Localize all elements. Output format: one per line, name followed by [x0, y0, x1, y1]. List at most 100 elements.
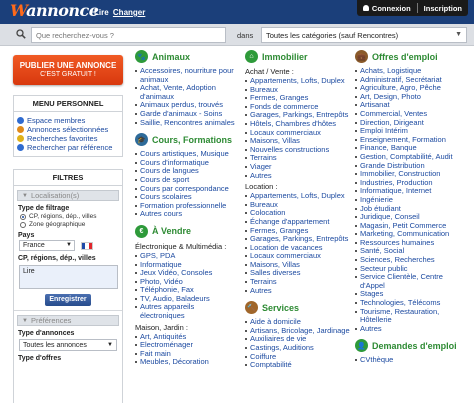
- bullet-icon: [135, 352, 137, 355]
- category-title: Animaux: [152, 51, 191, 62]
- ads-type-select[interactable]: Toutes les annonces ▼: [19, 339, 117, 351]
- bullet-icon: [245, 321, 247, 324]
- category-title: Demandes d'emploi: [372, 340, 457, 351]
- category-demandes[interactable]: 👤 Demandes d'emploi: [355, 339, 469, 353]
- category-cours[interactable]: 🎓 Cours, Formations: [135, 133, 235, 147]
- category-link[interactable]: CVthèque: [355, 356, 469, 365]
- bullet-icon: [135, 361, 137, 364]
- bullet-icon: [355, 310, 357, 313]
- bullet-icon: [245, 165, 247, 168]
- site-logo[interactable]: Wannonce: [10, 1, 99, 20]
- country-row: France ▼: [19, 240, 122, 251]
- bullet-icon: [355, 87, 357, 90]
- radio-zone-label: Zone géographique: [29, 221, 86, 228]
- france-flag-icon: [81, 241, 93, 250]
- category-select[interactable]: Toutes les catégories (sauf Rencontres) …: [261, 27, 467, 43]
- login-link[interactable]: Connexion: [372, 4, 411, 13]
- bullet-icon: [135, 161, 137, 164]
- bullet-icon: [355, 233, 357, 236]
- radio-cp-control[interactable]: [20, 213, 26, 220]
- cp-label: CP, régions, dép., villes: [18, 255, 96, 262]
- bullet-icon: [245, 263, 247, 266]
- bullet-icon: [135, 178, 137, 181]
- category-link[interactable]: Autres: [245, 286, 350, 296]
- category-link[interactable]: Meubles, Décoration: [135, 358, 235, 367]
- bullet-icon: [355, 259, 357, 262]
- localisation-toggle[interactable]: ▼ Localisation(s): [17, 190, 119, 201]
- register-link[interactable]: Inscription: [424, 4, 462, 13]
- language-selector: Lire Changer: [94, 8, 145, 17]
- bullet-icon: [355, 138, 357, 141]
- bullet-icon: [135, 263, 137, 266]
- save-filters-button[interactable]: Enregistrer: [45, 294, 91, 306]
- category-link-label: Service Clientèle, Centre d'Appel: [360, 272, 443, 290]
- bullet-icon: [355, 121, 357, 124]
- menu-item-label: Recherches favorites: [27, 134, 98, 143]
- category-link[interactable]: Service Clientèle, Centre d'Appel: [355, 272, 469, 290]
- category-vendre[interactable]: € À Vendre: [135, 224, 235, 238]
- ads-type-value: Toutes les annonces: [23, 342, 87, 349]
- bullet-icon: [355, 267, 357, 270]
- category-animaux[interactable]: 🐾 Animaux: [135, 50, 235, 63]
- category-title: Cours, Formations: [152, 134, 233, 145]
- ads-type-label: Type d'annonces: [18, 330, 75, 337]
- category-link[interactable]: Saillie, Rencontres animales: [135, 118, 235, 128]
- category-link-label: Autres: [250, 170, 272, 180]
- bullet-icon: [245, 195, 247, 198]
- bullet-icon: [355, 250, 357, 253]
- bullet-icon: [135, 153, 137, 156]
- separator: [416, 3, 418, 13]
- animaux-list: Accessoires, nourriture pour animaux Acha…: [135, 66, 235, 128]
- category-title: À Vendre: [152, 226, 192, 237]
- offer-type-label: Type d'offres: [18, 355, 62, 362]
- category-link-label: Accessoires, nourriture pour animaux: [140, 66, 234, 84]
- bullet-icon: [245, 174, 247, 177]
- menu-item-icon: [17, 135, 24, 142]
- search-icon[interactable]: [16, 29, 26, 39]
- bullet-icon: [355, 173, 357, 176]
- personal-menu-item[interactable]: Recherches favorites: [17, 134, 122, 143]
- personal-menu-item[interactable]: Annonces sélectionnées: [17, 125, 122, 134]
- bullet-icon: [135, 306, 137, 309]
- country-select[interactable]: France ▼: [19, 240, 75, 251]
- category-link[interactable]: Autres: [355, 324, 469, 334]
- bullet-icon: [135, 104, 137, 107]
- bullet-icon: [245, 329, 247, 332]
- filters-title: FILTRES: [14, 170, 122, 186]
- bullet-icon: [135, 70, 137, 72]
- radio-cp[interactable]: CP, régions, dép., villes: [20, 213, 122, 220]
- category-emploi[interactable]: 💼 Offres d'emploi: [355, 50, 469, 63]
- bullet-icon: [135, 87, 137, 90]
- search-input[interactable]: [31, 27, 226, 43]
- category-link[interactable]: Accessoires, nourriture pour animaux: [135, 66, 235, 84]
- category-link[interactable]: Comptabilité: [245, 361, 350, 370]
- preferences-label: Préférences: [30, 316, 72, 325]
- bullet-icon: [135, 335, 137, 338]
- personal-menu-item[interactable]: Espace membres: [17, 116, 122, 125]
- category-link[interactable]: Autres: [245, 170, 350, 181]
- category-link[interactable]: Achat, Vente, Adoption d'animaux: [135, 83, 235, 101]
- radio-zone[interactable]: Zone géographique: [20, 221, 122, 228]
- category-immobilier[interactable]: ⌂ Immobilier: [245, 50, 350, 63]
- electronique-list: GPS, PDA Informatique Jeux Vidéo, Consoles…: [135, 251, 235, 321]
- publish-ad-button[interactable]: PUBLIER UNE ANNONCE C'EST GRATUIT !: [13, 55, 123, 85]
- bullet-icon: [355, 207, 357, 210]
- bullet-icon: [135, 187, 137, 190]
- radio-zone-control[interactable]: [20, 221, 26, 228]
- category-link[interactable]: Autres cours: [135, 210, 235, 219]
- preferences-toggle[interactable]: ▼ Préférences: [17, 315, 119, 326]
- person-icon: 👤: [355, 339, 368, 353]
- category-link[interactable]: Autres appareils électroniques: [135, 303, 235, 320]
- personal-menu-item[interactable]: Rechercher par référence: [17, 143, 122, 152]
- location-field[interactable]: Lire: [19, 265, 118, 289]
- bullet-icon: [355, 155, 357, 158]
- hammer-icon: 🔨: [245, 301, 258, 315]
- change-language-link[interactable]: Changer: [113, 8, 145, 17]
- bullet-icon: [245, 238, 247, 241]
- bullet-icon: [355, 181, 357, 184]
- category-services[interactable]: 🔨 Services: [245, 301, 350, 315]
- column-2: ⌂ Immobilier Achat / Vente : Appartement…: [245, 50, 350, 370]
- cours-list: Cours artistiques, Musique Cours d'inform…: [135, 150, 235, 219]
- bullet-icon: [245, 148, 247, 151]
- category-link[interactable]: Tourisme, Restauration, Hôtellerie: [355, 307, 469, 325]
